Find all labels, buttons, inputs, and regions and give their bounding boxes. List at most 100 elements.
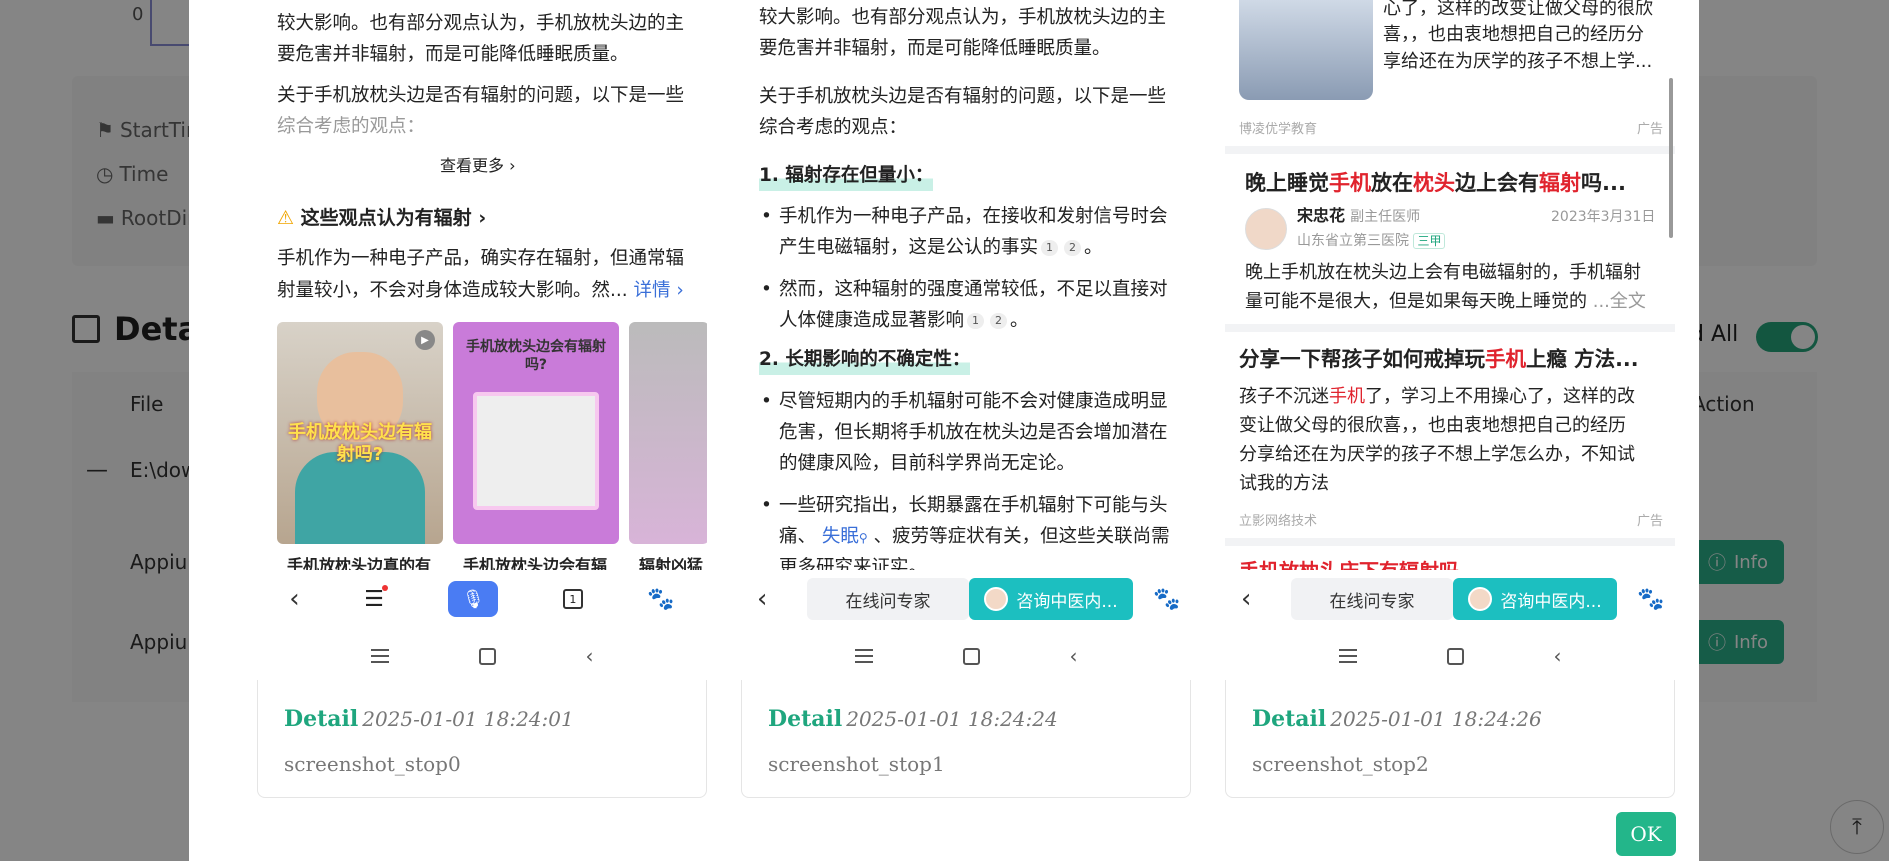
caption-filename: screenshot_stop0 <box>284 752 461 776</box>
citation-1[interactable]: 1 <box>967 313 985 329</box>
ad-body: 试我的方法 <box>1239 473 1329 494</box>
answer-text: 综合考虑的观点： <box>759 117 908 138</box>
baidu-paw-icon[interactable]: 🐾 <box>647 587 674 612</box>
citation-2[interactable]: 2 <box>1064 240 1082 256</box>
tabs-icon[interactable]: 1 <box>562 589 583 609</box>
microphone-icon: 🎙 <box>461 588 485 610</box>
hospital-grade-badge: 三甲 <box>1413 233 1446 249</box>
home-icon[interactable] <box>478 647 496 665</box>
ad-text: 享给还在为厌学的孩子不想上学... <box>1383 51 1653 72</box>
ad-source: 博凌优学教育 <box>1239 122 1318 137</box>
consult-doctor-button[interactable]: 咨询中医内... <box>1453 578 1617 620</box>
ad-title[interactable]: 分享一下帮孩子如何戒掉玩手机上瘾 方法... <box>1239 344 1639 375</box>
recent-apps-icon[interactable] <box>854 649 873 663</box>
answer-text: 较大影响。也有部分观点认为，手机放枕头边的主 <box>277 13 685 34</box>
home-icon[interactable] <box>1446 647 1464 665</box>
result-snippet: 晚上手机放在枕头边上会有电磁辐射的，手机辐射 <box>1245 262 1641 283</box>
ad-label: 广告 <box>1637 122 1664 137</box>
ad-label: 广告 <box>1637 514 1664 529</box>
home-icon[interactable] <box>962 647 980 665</box>
baidu-paw-icon[interactable]: 🐾 <box>1637 587 1664 612</box>
screenshot-caption: Detail 2025-01-01 18:24:01 screenshot_sto… <box>257 680 707 798</box>
point-heading: 2. 长期影响的不确定性： <box>759 344 971 375</box>
android-navbar: ‹ <box>257 632 707 680</box>
screenshot-card-0: 较大影响。也有部分观点认为，手机放枕头边的主 要危害并非辐射，而是可能降低睡眠质… <box>257 0 707 800</box>
divider <box>1225 538 1675 546</box>
section-body: 手机作为一种电子产品，确实存在辐射，但通常辐 <box>277 248 685 269</box>
system-back-icon[interactable]: ‹ <box>586 644 594 668</box>
bullet-text: 手机作为一种电子产品，在接收和发射信号时会 <box>779 206 1168 227</box>
doctor-avatar[interactable] <box>1245 208 1287 250</box>
answer-text-faded: 综合考虑的观点： <box>277 116 426 137</box>
scrollbar[interactable] <box>1669 78 1673 238</box>
video-thumbnail[interactable]: 手机放枕头边会有辐射吗? <box>453 322 619 544</box>
thumbnail-caption: 手机放枕头边有辐射吗? <box>288 422 432 465</box>
screenshot-caption: Detail 2025-01-01 18:24:24 screenshot_sto… <box>741 680 1191 798</box>
phone-screenshot-1: 较大影响。也有部分观点认为，手机放枕头边的主 要危害并非辐射，而是可能降低睡眠质… <box>741 0 1191 680</box>
answer-text: 关于手机放枕头边是否有辐射的问题，以下是一些 <box>759 86 1167 107</box>
menu-icon[interactable]: ☰ <box>364 584 388 612</box>
system-back-icon[interactable]: ‹ <box>1070 644 1078 668</box>
citation-1[interactable]: 1 <box>1041 240 1059 256</box>
ad-body: 变让做父母的很欣喜，，也由衷地想把自己的经历 <box>1239 415 1626 436</box>
back-icon[interactable]: ‹ <box>757 584 807 614</box>
caption-filename: screenshot_stop1 <box>768 752 945 776</box>
thumbnail-caption: 手机放枕头边会有辐射吗? <box>466 339 606 373</box>
screenshot-card-2: 心了，这样的改变让做父母的很欣 喜，，也由衷地想把自己的经历分 享给还在为厌学的… <box>1225 0 1675 800</box>
bullet-text: 一些研究指出，长期暴露在手机辐射下可能与头 <box>779 495 1168 516</box>
ask-expert-button[interactable]: 在线问专家 <box>1291 578 1453 620</box>
bullet-point: • <box>761 206 772 227</box>
bullet-point: • <box>761 495 772 516</box>
caption-filename: screenshot_stop2 <box>1252 752 1429 776</box>
consult-doctor-button[interactable]: 咨询中医内... <box>969 578 1133 620</box>
answer-text: 较大影响。也有部分观点认为，手机放枕头边的主 <box>759 7 1167 28</box>
answer-text: 关于手机放枕头边是否有辐射的问题，以下是一些 <box>277 85 685 106</box>
bullet-text: 人体健康造成显著影响 1 2。 <box>779 310 1029 331</box>
ad-text: 喜，，也由衷地想把自己的经历分 <box>1383 24 1644 45</box>
play-icon: ▶ <box>415 330 435 350</box>
details-link[interactable]: 详情 › <box>634 280 684 301</box>
recent-apps-icon[interactable] <box>370 649 389 663</box>
search-icon: ⚲ <box>858 531 868 545</box>
ad-body: 分享给还在为厌学的孩子不想上学怎么办，不知试 <box>1239 444 1635 465</box>
android-navbar: ‹ <box>741 632 1191 680</box>
divider <box>1225 324 1675 332</box>
ask-expert-button[interactable]: 在线问专家 <box>807 578 969 620</box>
citation-2[interactable]: 2 <box>990 313 1008 329</box>
browser-toolbar: ‹ 在线问专家 咨询中医内... 🐾 <box>1225 570 1675 628</box>
ad-image[interactable] <box>1239 0 1373 100</box>
android-navbar: ‹ <box>1225 632 1675 680</box>
warning-icon: ⚠ <box>277 207 295 229</box>
back-icon[interactable]: ‹ <box>1241 584 1291 614</box>
ok-button[interactable]: OK <box>1616 812 1676 856</box>
full-text-link[interactable]: ...全文 <box>1593 291 1646 312</box>
video-thumbnail[interactable] <box>629 322 707 544</box>
bullet-text: 痛、 失眠⚲ 、疲劳等症状有关，但这些关联尚需 <box>779 526 1170 547</box>
result-title[interactable]: 晚上睡觉手机放在枕头边上会有辐射吗... <box>1245 168 1626 199</box>
baidu-paw-icon[interactable]: 🐾 <box>1153 587 1180 612</box>
bullet-text: 的健康风险，目前科学界尚无定论。 <box>779 453 1076 474</box>
bullet-text: 尽管短期内的手机辐射可能不会对健康造成明显 <box>779 391 1168 412</box>
recent-apps-icon[interactable] <box>1338 649 1357 663</box>
browser-toolbar: ‹ 在线问专家 咨询中医内... 🐾 <box>741 570 1191 628</box>
caption-title: Detail 2025-01-01 18:24:24 <box>768 706 1058 732</box>
result-snippet: 量可能不是很大，但是如果每天晚上睡觉的 ...全文 <box>1245 291 1646 312</box>
divider <box>1225 146 1675 154</box>
see-more-link[interactable]: 查看更多 › <box>440 150 516 181</box>
answer-text: 要危害并非辐射，而是可能降低睡眠质量。 <box>759 38 1111 59</box>
section-heading[interactable]: ⚠ 这些观点认为有辐射 › <box>277 203 486 234</box>
video-thumbnail[interactable]: 手机放枕头边有辐射吗? ▶ <box>277 322 443 544</box>
system-back-icon[interactable]: ‹ <box>1554 644 1562 668</box>
caption-title: Detail 2025-01-01 18:24:01 <box>284 706 574 732</box>
doctor-avatar <box>1468 587 1493 611</box>
bed-image <box>473 392 599 510</box>
insomnia-link[interactable]: 失眠 <box>822 526 859 547</box>
hospital-info: 山东省立第三医院 三甲 <box>1297 230 1446 252</box>
back-icon[interactable]: ‹ <box>289 584 299 614</box>
bullet-point: • <box>761 391 772 412</box>
microphone-button[interactable]: 🎙 <box>448 581 499 617</box>
point-heading: 1. 辐射存在但量小： <box>759 160 934 191</box>
section-body: 射量较小，不会对身体造成较大影响。然... 详情 › <box>277 280 684 301</box>
phone-screenshot-0: 较大影响。也有部分观点认为，手机放枕头边的主 要危害并非辐射，而是可能降低睡眠质… <box>257 0 707 680</box>
screenshot-card-1: 较大影响。也有部分观点认为，手机放枕头边的主 要危害并非辐射，而是可能降低睡眠质… <box>741 0 1191 800</box>
